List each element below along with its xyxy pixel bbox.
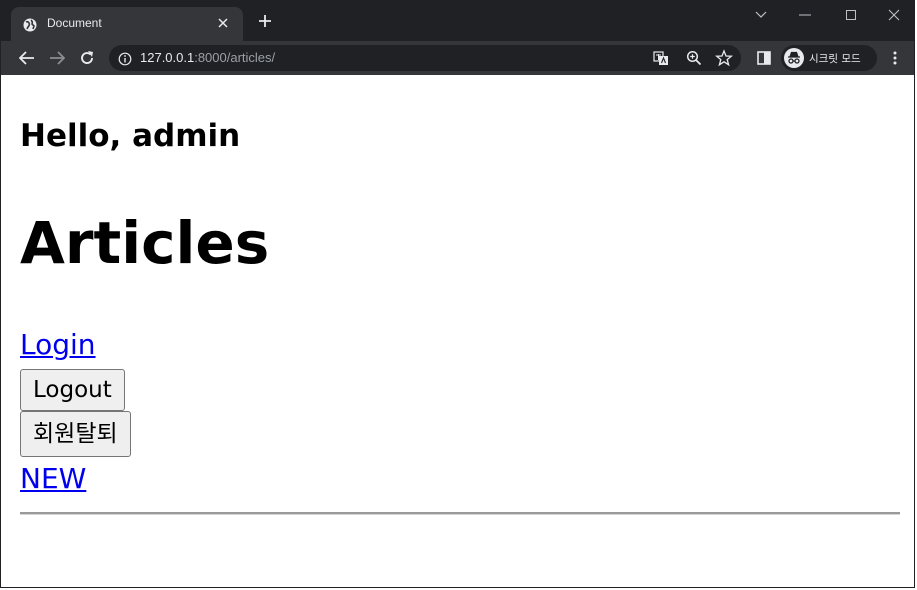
toolbar: 127.0.0.1:8000/articles/ 시크릿 모드 xyxy=(1,41,914,75)
address-bar[interactable]: 127.0.0.1:8000/articles/ xyxy=(109,45,741,71)
forward-arrow-icon[interactable] xyxy=(45,46,69,70)
url-text: 127.0.0.1:8000/articles/ xyxy=(140,50,275,65)
back-arrow-icon[interactable] xyxy=(15,46,39,70)
side-panel-icon[interactable] xyxy=(755,49,773,67)
minimize-icon[interactable] xyxy=(783,1,827,29)
page-title: Articles xyxy=(20,209,270,277)
greeting-heading: Hello, admin xyxy=(20,118,241,154)
url-path: :8000/articles/ xyxy=(194,50,276,65)
incognito-label: 시크릿 모드 xyxy=(809,53,861,65)
chevron-down-icon[interactable] xyxy=(739,1,783,29)
reload-icon[interactable] xyxy=(75,46,99,70)
globe-icon xyxy=(23,17,37,32)
zoom-icon[interactable] xyxy=(685,49,703,67)
divider xyxy=(20,512,900,515)
browser-window: Document 127.0.0.1:8000/articles/ 시크릿 모드… xyxy=(0,0,915,588)
login-link[interactable]: Login xyxy=(20,328,96,361)
new-article-link[interactable]: NEW xyxy=(20,462,86,495)
incognito-profile-button[interactable]: 시크릿 모드 xyxy=(781,45,877,71)
info-icon[interactable] xyxy=(118,51,132,66)
page-viewport: Hello, admin Articles Login Logout 회원탈퇴 … xyxy=(1,75,914,587)
close-window-icon[interactable] xyxy=(872,1,914,29)
tab-document[interactable]: Document xyxy=(11,7,243,41)
tab-strip: Document xyxy=(1,1,914,41)
translate-icon[interactable] xyxy=(652,49,670,67)
maximize-icon[interactable] xyxy=(829,1,873,29)
plus-icon[interactable] xyxy=(253,9,277,33)
star-icon[interactable] xyxy=(714,49,734,67)
incognito-icon xyxy=(784,48,804,68)
tab-title: Document xyxy=(47,16,102,30)
close-icon[interactable] xyxy=(215,13,231,34)
logout-button[interactable]: Logout xyxy=(20,369,125,411)
more-vert-icon[interactable] xyxy=(890,50,900,66)
withdraw-button[interactable]: 회원탈퇴 xyxy=(20,411,131,457)
url-host: 127.0.0.1 xyxy=(140,50,195,65)
